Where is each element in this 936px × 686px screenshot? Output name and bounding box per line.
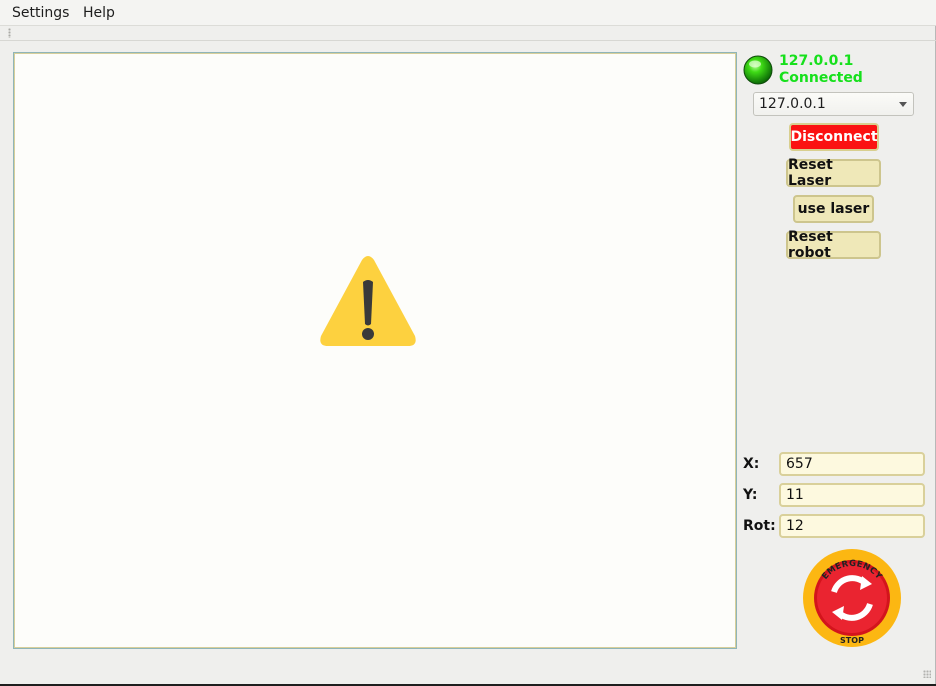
y-label: Y: bbox=[743, 487, 758, 503]
menu-settings[interactable]: Settings bbox=[12, 5, 69, 21]
address-select[interactable]: 127.0.0.1 bbox=[753, 92, 914, 116]
menu-help[interactable]: Help bbox=[83, 5, 115, 21]
main-window: Settings Help 127.0.0.1 Connected 127.0.… bbox=[0, 0, 936, 684]
warning-icon bbox=[320, 256, 416, 346]
toolbar bbox=[0, 26, 936, 41]
toolbar-grip[interactable] bbox=[8, 28, 11, 38]
x-label: X: bbox=[743, 456, 760, 472]
disconnect-button[interactable]: Disconnect bbox=[789, 123, 879, 151]
rot-field[interactable]: 12 bbox=[779, 514, 925, 538]
connection-address-label: 127.0.0.1 bbox=[779, 53, 854, 69]
connection-status-led-icon bbox=[743, 55, 773, 85]
camera-viewport bbox=[13, 52, 737, 649]
reset-robot-button[interactable]: Reset robot bbox=[786, 229, 881, 261]
chevron-down-icon bbox=[899, 102, 907, 107]
rot-label: Rot: bbox=[743, 518, 776, 534]
estop-bottom-text: STOP bbox=[840, 636, 864, 645]
menubar: Settings Help bbox=[0, 0, 936, 26]
connection-status-label: Connected bbox=[779, 70, 863, 86]
emergency-stop-icon[interactable]: EMERGENCY STOP bbox=[802, 548, 902, 648]
address-select-value: 127.0.0.1 bbox=[759, 96, 826, 112]
reset-laser-button[interactable]: Reset Laser bbox=[786, 157, 881, 189]
use-laser-button[interactable]: use laser bbox=[793, 195, 874, 223]
x-field[interactable]: 657 bbox=[779, 452, 925, 476]
y-field[interactable]: 11 bbox=[779, 483, 925, 507]
size-grip[interactable] bbox=[923, 670, 931, 678]
